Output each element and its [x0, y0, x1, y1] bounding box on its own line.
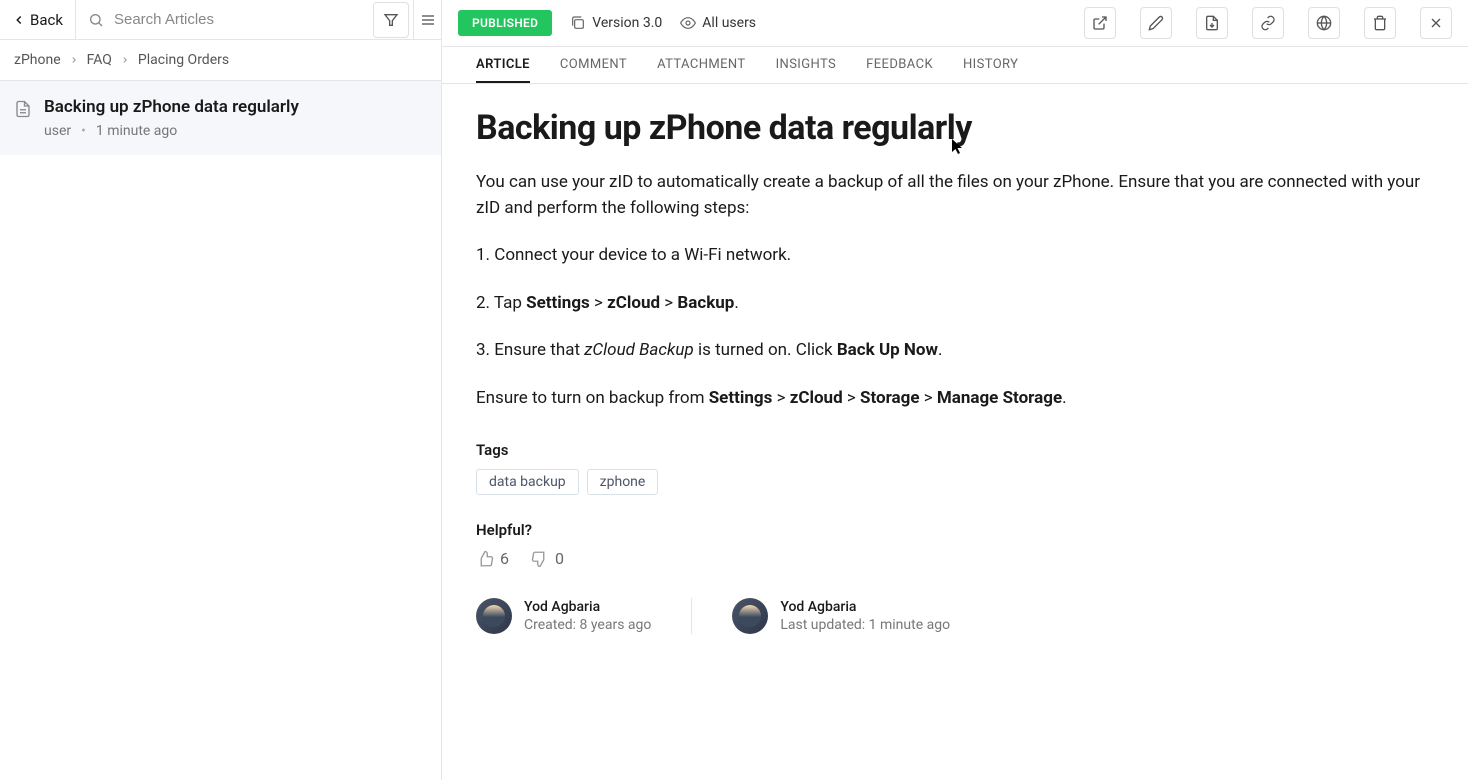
close-icon	[1428, 15, 1444, 31]
tab-history[interactable]: HISTORY	[963, 47, 1018, 83]
back-label: Back	[30, 11, 63, 29]
tab-feedback[interactable]: FEEDBACK	[866, 47, 933, 83]
breadcrumb-item[interactable]: zPhone	[14, 52, 61, 68]
downvote-button[interactable]: 0	[531, 549, 564, 568]
menu-button[interactable]	[413, 0, 441, 39]
list-item-meta: user • 1 minute ago	[44, 123, 299, 139]
document-icon	[14, 100, 32, 118]
main-toolbar: PUBLISHED Version 3.0 All users	[442, 0, 1468, 47]
list-item-author: user	[44, 123, 71, 139]
filter-button[interactable]	[373, 2, 409, 38]
downvote-count: 0	[555, 549, 564, 568]
tab-insights[interactable]: INSIGHTS	[776, 47, 837, 83]
author-updated: Last updated: 1 minute ago	[780, 617, 950, 633]
avatar	[732, 598, 768, 634]
breadcrumb-item[interactable]: Placing Orders	[138, 52, 229, 68]
chevron-right-icon	[69, 55, 79, 65]
list-item-title: Backing up zPhone data regularly	[44, 97, 299, 117]
article-content: Backing up zPhone data regularly You can…	[442, 84, 1468, 780]
upvote-count: 6	[500, 549, 509, 568]
main-panel: PUBLISHED Version 3.0 All users ARTICLE …	[442, 0, 1468, 780]
list-item-time: 1 minute ago	[96, 123, 177, 139]
author-creator: Yod Agbaria Created: 8 years ago	[476, 598, 692, 634]
author-name: Yod Agbaria	[524, 599, 651, 615]
status-badge: PUBLISHED	[458, 10, 552, 36]
version-label: Version 3.0	[592, 15, 662, 31]
version-chip[interactable]: Version 3.0	[570, 15, 662, 31]
search-input[interactable]	[114, 11, 361, 28]
visibility-chip[interactable]: All users	[680, 15, 756, 31]
author-updater: Yod Agbaria Last updated: 1 minute ago	[732, 598, 990, 634]
export-button[interactable]	[1196, 7, 1228, 39]
chevron-left-icon	[12, 13, 26, 27]
thumbs-up-icon	[476, 550, 494, 568]
tab-attachment[interactable]: ATTACHMENT	[657, 47, 746, 83]
eye-icon	[680, 15, 696, 31]
avatar	[476, 598, 512, 634]
article-paragraph: 3. Ensure that zCloud Backup is turned o…	[476, 338, 1434, 364]
sidebar-toolbar: Back	[0, 0, 441, 40]
tabs: ARTICLE COMMENT ATTACHMENT INSIGHTS FEED…	[442, 47, 1468, 84]
filter-icon	[383, 12, 399, 28]
search-icon	[88, 12, 104, 28]
link-icon	[1260, 15, 1276, 31]
article-paragraph: 1. Connect your device to a Wi-Fi networ…	[476, 243, 1434, 269]
article-paragraph: You can use your zID to automatically cr…	[476, 170, 1434, 221]
votes-row: 6 0	[476, 549, 1434, 568]
tags-row: data backup zphone	[476, 469, 1434, 495]
tag[interactable]: zphone	[587, 469, 659, 495]
breadcrumb: zPhone FAQ Placing Orders	[0, 40, 441, 81]
breadcrumb-item[interactable]: FAQ	[87, 52, 112, 68]
edit-icon	[1148, 15, 1164, 31]
authors-row: Yod Agbaria Created: 8 years ago Yod Agb…	[476, 598, 1434, 634]
external-link-button[interactable]	[1084, 7, 1116, 39]
article-paragraph: 2. Tap Settings > zCloud > Backup.	[476, 291, 1434, 317]
trash-icon	[1372, 15, 1388, 31]
delete-button[interactable]	[1364, 7, 1396, 39]
sidebar: Back zPhone FAQ Placing Orders Backing	[0, 0, 442, 780]
author-created: Created: 8 years ago	[524, 617, 651, 633]
close-button[interactable]	[1420, 7, 1452, 39]
article-list-item[interactable]: Backing up zPhone data regularly user • …	[0, 81, 441, 155]
back-button[interactable]: Back	[0, 0, 76, 39]
tab-comment[interactable]: COMMENT	[560, 47, 627, 83]
tab-article[interactable]: ARTICLE	[476, 47, 530, 83]
author-name: Yod Agbaria	[780, 599, 950, 615]
tag[interactable]: data backup	[476, 469, 579, 495]
external-link-icon	[1092, 15, 1108, 31]
tags-label: Tags	[476, 441, 1434, 459]
thumbs-down-icon	[531, 550, 549, 568]
globe-button[interactable]	[1308, 7, 1340, 39]
globe-icon	[1316, 15, 1332, 31]
search-field[interactable]	[76, 11, 373, 28]
separator-dot: •	[81, 123, 86, 139]
edit-button[interactable]	[1140, 7, 1172, 39]
hamburger-icon	[420, 12, 436, 28]
version-icon	[570, 15, 586, 31]
page-title: Backing up zPhone data regularly	[476, 108, 1434, 148]
article-paragraph: Ensure to turn on backup from Settings >…	[476, 386, 1434, 412]
helpful-label: Helpful?	[476, 521, 1434, 539]
visibility-label: All users	[702, 15, 756, 31]
upvote-button[interactable]: 6	[476, 549, 509, 568]
chevron-right-icon	[120, 55, 130, 65]
export-icon	[1204, 15, 1220, 31]
link-button[interactable]	[1252, 7, 1284, 39]
